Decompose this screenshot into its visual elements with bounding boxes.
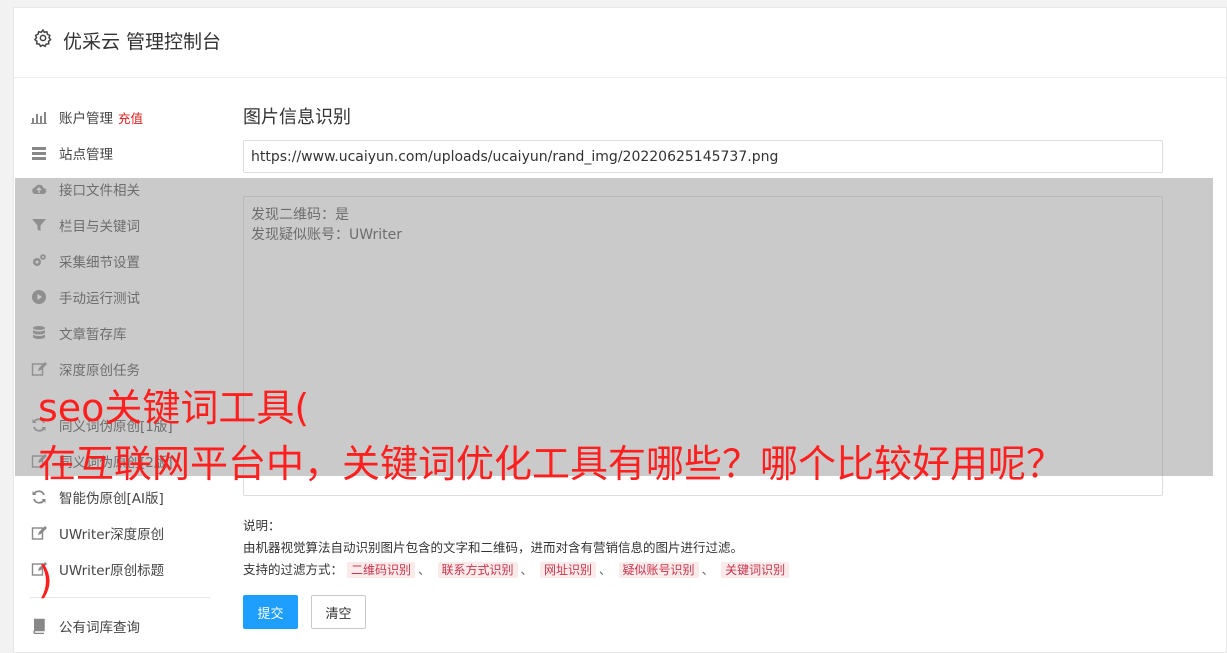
submit-button[interactable]: 提交 [243, 595, 298, 629]
sidebar-item-sites[interactable]: 站点管理 [30, 139, 210, 167]
sidebar-item-label: UWriter原创标题 [59, 563, 165, 579]
image-url-input[interactable] [243, 140, 1163, 173]
filter-tag-qrcode: 二维码识别 [347, 562, 416, 578]
notes-description: 由机器视觉算法自动识别图片包含的文字和二维码，进而对含有营销信息的图片进行过滤。 [243, 540, 744, 555]
sidebar-item-label: 公有词库查询 [59, 620, 140, 636]
overlay-line-1: seo关键词工具( [38, 386, 310, 430]
sidebar-item-label: 账户管理 [59, 111, 113, 127]
overlay-headline: seo关键词工具( 在互联网平台中，关键词优化工具有哪些？哪个比较好用呢？ [38, 380, 1064, 492]
sidebar-item-label: UWriter深度原创 [59, 527, 165, 543]
separator: 、 [599, 562, 612, 577]
console-title: 优采云 管理控制台 [63, 31, 222, 53]
sidebar-item-public-lexicon[interactable]: 公有词库查询 [30, 612, 210, 640]
console-header: 优采云 管理控制台 [14, 8, 1226, 78]
filter-tag-contact: 联系方式识别 [437, 562, 518, 578]
separator: 、 [701, 562, 715, 577]
filter-tag-url: 网址识别 [540, 562, 597, 578]
book-icon [30, 618, 48, 634]
server-icon [30, 145, 48, 161]
sidebar-item-account[interactable]: 账户管理 充值 [30, 103, 210, 131]
gear-icon [33, 28, 53, 48]
filter-tag-keyword: 关键词识别 [721, 562, 790, 578]
notes-section: 说明： 由机器视觉算法自动识别图片包含的文字和二维码，进而对含有营销信息的图片进… [243, 515, 1163, 581]
overlay-line-3: ) [38, 558, 53, 602]
page-title: 图片信息识别 [243, 107, 351, 128]
sidebar-item-uwriter-title[interactable]: UWriter原创标题 [30, 555, 210, 583]
overlay-line-2: 在互联网平台中，关键词优化工具有哪些？哪个比较好用呢？ [38, 442, 1065, 486]
filter-label: 支持的过滤方式： [243, 562, 344, 577]
filter-tag-suspicious-account: 疑似账号识别 [618, 562, 699, 578]
sidebar-item-uwriter-deep[interactable]: UWriter深度原创 [30, 519, 210, 547]
separator: 、 [520, 562, 534, 577]
notes-label: 说明： [243, 518, 281, 533]
sidebar-divider [30, 597, 210, 598]
clear-button[interactable]: 清空 [311, 595, 366, 629]
filter-methods: 支持的过滤方式： 二维码识别、 联系方式识别、 网址识别、 疑似账号识别、 关键… [243, 559, 1163, 581]
separator: 、 [418, 562, 431, 577]
recharge-link[interactable]: 充值 [118, 108, 143, 127]
sidebar-item-label: 站点管理 [59, 147, 113, 163]
bar-chart-icon [30, 109, 48, 125]
edit-icon [30, 525, 48, 541]
